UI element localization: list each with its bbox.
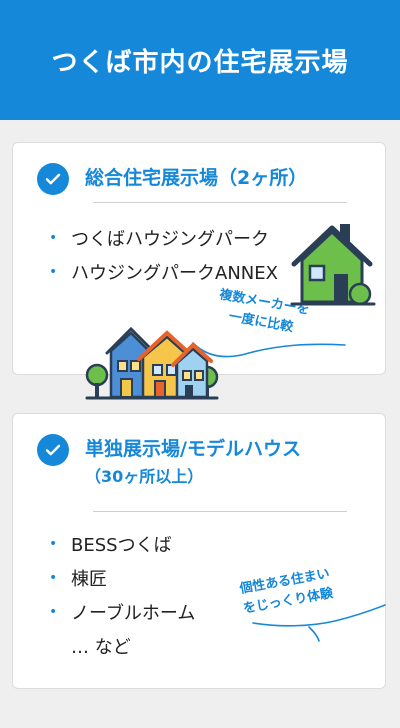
list-item[interactable]: • BESSつくば bbox=[49, 527, 195, 561]
list-item[interactable]: • ノーブルホーム bbox=[49, 595, 195, 629]
house-icon bbox=[290, 224, 376, 306]
page-title: つくば市内の住宅展示場 bbox=[51, 47, 349, 78]
bullet-icon: • bbox=[49, 604, 58, 620]
houses-icon bbox=[85, 326, 219, 400]
card-title-count: （2ヶ所） bbox=[218, 167, 308, 189]
list-item[interactable]: • ハウジングパークANNEX bbox=[49, 255, 278, 289]
list-more: •… など bbox=[71, 637, 131, 658]
bullet-icon: • bbox=[49, 230, 58, 246]
card-header: 単独展示場/モデルハウス （30ヶ所以上） bbox=[37, 434, 361, 490]
card-single-exhibition: 単独展示場/モデルハウス （30ヶ所以上） • BESSつくば • 棟匠 • ノーブル… bbox=[12, 413, 386, 689]
divider bbox=[93, 202, 347, 203]
card-title: 総合住宅展示場 bbox=[85, 167, 219, 189]
list-item[interactable]: • つくばハウジングパーク bbox=[49, 221, 278, 255]
swoosh-icon bbox=[252, 604, 386, 642]
bullet-icon: • bbox=[49, 570, 58, 586]
card-title: 単独展示場/モデルハウス bbox=[85, 438, 301, 460]
model-house-list: •BESSつくば •棟匠 •ノーブルホーム •… など bbox=[49, 527, 195, 663]
bullet-icon: • bbox=[49, 264, 58, 280]
list-item[interactable]: • 棟匠 bbox=[49, 561, 195, 595]
card-subtitle: （30ヶ所以上） bbox=[85, 467, 204, 486]
divider bbox=[93, 511, 347, 512]
bullet-icon: • bbox=[49, 536, 58, 552]
page-header: つくば市内の住宅展示場 bbox=[0, 0, 400, 120]
card-header: 総合住宅展示場（2ヶ所） bbox=[37, 163, 361, 195]
exhibition-list: • つくばハウジングパーク • ハウジングパークANNEX bbox=[49, 221, 278, 289]
check-icon bbox=[37, 434, 69, 466]
check-icon bbox=[37, 163, 69, 195]
